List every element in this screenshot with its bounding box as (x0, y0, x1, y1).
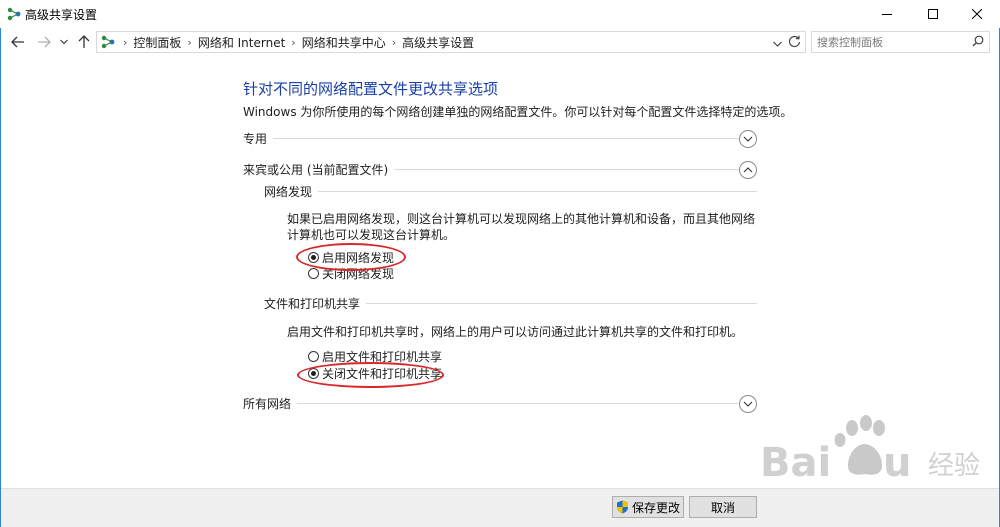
save-changes-button[interactable]: 保存更改 (612, 496, 684, 518)
minimize-button[interactable] (864, 0, 910, 28)
svg-text:u: u (883, 440, 911, 486)
forward-arrow-icon (38, 36, 51, 48)
network-icon (7, 7, 21, 21)
section-divider (243, 403, 740, 404)
annotation-ellipse (296, 243, 406, 271)
radio-button[interactable] (308, 267, 319, 279)
address-bar[interactable]: › 控制面板 › 网络和 Internet › 网络和共享中心 › 高级共享设置 (96, 31, 806, 53)
radio-button[interactable] (308, 350, 319, 362)
file-printer-sharing-label: 文件和打印机共享 (264, 295, 367, 312)
svg-text:经验: 经验 (928, 451, 980, 481)
expand-private-button[interactable] (739, 130, 757, 148)
refresh-button[interactable] (788, 34, 801, 51)
chevron-down-icon (773, 41, 782, 47)
minimize-icon (882, 14, 892, 15)
maximize-icon (928, 9, 938, 19)
title-bar: 高级共享设置 (0, 0, 1000, 28)
window-title: 高级共享设置 (25, 8, 98, 22)
address-dropdown-button[interactable] (773, 36, 782, 50)
collapse-guest-button[interactable] (739, 161, 757, 179)
chevron-down-icon (60, 39, 68, 45)
chevron-right-icon: › (123, 36, 128, 49)
network-discovery-description: 如果已启用网络发现，则这台计算机可以发现网络上的其他计算机和设备，而且其他网络计… (287, 212, 756, 242)
annotation-ellipse (297, 362, 444, 388)
forward-button[interactable] (34, 32, 54, 52)
close-button[interactable] (954, 0, 1000, 28)
section-all-networks-label[interactable]: 所有网络 (243, 395, 298, 412)
page-description: Windows 为你所使用的每个网络创建单独的网络配置文件。你可以针对每个配置文… (243, 105, 793, 119)
section-guest-label[interactable]: 来宾或公用 (当前配置文件) (243, 161, 395, 178)
breadcrumb-item-network-internet[interactable]: 网络和 Internet (198, 34, 285, 51)
chevron-down-icon (743, 136, 753, 142)
chevron-right-icon[interactable]: › (187, 36, 191, 49)
recent-locations-button[interactable] (57, 32, 71, 52)
back-button[interactable] (8, 32, 28, 52)
network-discovery-label: 网络发现 (264, 183, 319, 200)
chevron-down-icon (743, 401, 753, 407)
shield-icon (616, 500, 628, 514)
save-changes-label[interactable]: 保存更改 (632, 499, 680, 516)
up-button[interactable] (74, 32, 94, 52)
maximize-button[interactable] (910, 0, 956, 28)
breadcrumb: › 控制面板 › 网络和 Internet › 网络和共享中心 › 高级共享设置 (123, 34, 474, 51)
cancel-label[interactable]: 取消 (711, 499, 735, 516)
subsection-divider (264, 191, 757, 192)
up-arrow-icon (78, 35, 90, 48)
search-box[interactable] (811, 31, 990, 53)
search-input[interactable] (817, 34, 962, 50)
page-title: 针对不同的网络配置文件更改共享选项 (243, 80, 499, 98)
network-icon (101, 35, 115, 49)
file-printer-sharing-description: 启用文件和打印机共享时，网络上的用户可以访问通过此计算机共享的文件和打印机。 (287, 325, 744, 339)
chevron-up-icon (743, 167, 753, 173)
breadcrumb-item-advanced-sharing[interactable]: 高级共享设置 (402, 34, 474, 51)
refresh-icon (788, 35, 801, 48)
breadcrumb-item-control-panel[interactable]: 控制面板 (133, 34, 181, 51)
chevron-right-icon[interactable]: › (291, 36, 295, 49)
close-icon (972, 9, 982, 19)
back-arrow-icon (11, 36, 24, 48)
svg-text:Bai: Bai (760, 440, 831, 486)
section-divider (243, 138, 740, 139)
search-icon[interactable] (972, 35, 984, 50)
cancel-button[interactable]: 取消 (689, 496, 757, 518)
footer-bar (1, 488, 999, 527)
breadcrumb-item-network-sharing-center[interactable]: 网络和共享中心 (302, 34, 386, 51)
expand-all-networks-button[interactable] (739, 395, 757, 413)
section-private-label[interactable]: 专用 (243, 130, 274, 147)
chevron-right-icon[interactable]: › (392, 36, 396, 49)
